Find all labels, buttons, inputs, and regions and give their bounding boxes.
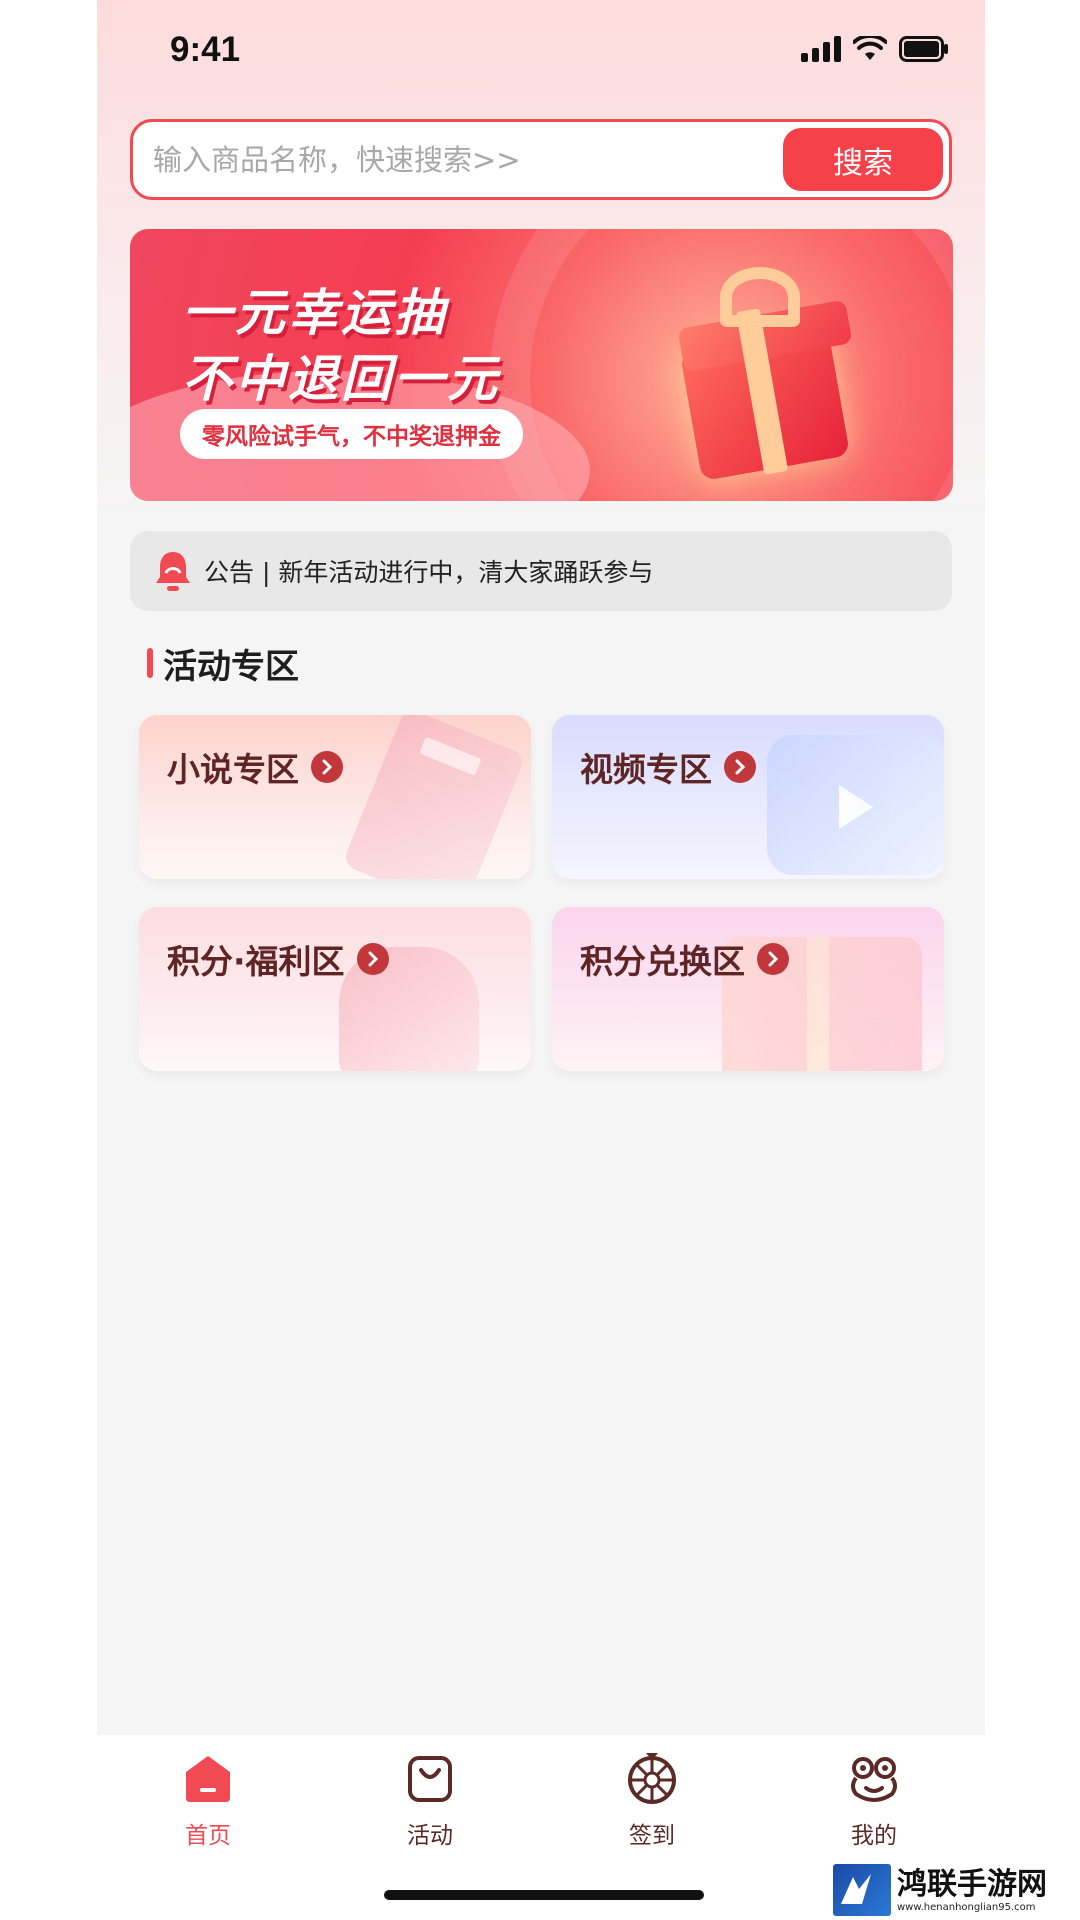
card-label: 积分·福利区 [167,942,345,981]
tab-checkin[interactable]: 签到 [541,1735,763,1865]
bell-icon [156,552,190,591]
chevron-right-icon [356,943,389,975]
status-icons [801,36,949,62]
wifi-icon [853,36,887,60]
card-label: 视频专区 [580,750,712,789]
watermark-url: www.henanhonglian95.com [897,1901,1036,1913]
search-input[interactable] [153,136,753,184]
announcement-bar[interactable]: 公告 | 新年活动进行中，清大家踊跃参与 [130,531,952,611]
card-label: 小说专区 [167,750,299,789]
gift-box-illustration [650,259,870,482]
tab-label: 我的 [851,1823,897,1849]
search-bar: 搜索 [130,119,952,200]
bag-icon [408,1756,452,1802]
watermark-title: 鸿联手游网 [897,1866,1047,1902]
banner-title-line1: 一元幸运抽 [182,284,447,342]
watermark-logo [833,1864,891,1916]
card-label: 积分兑换区 [580,942,745,981]
signal-icon [801,36,841,62]
section-title: 活动专区 [163,646,299,687]
home-indicator [384,1890,704,1900]
banner-title-line2: 不中退回一元 [182,350,500,408]
chevron-right-icon [757,943,789,975]
lucky-draw-banner[interactable]: 一元幸运抽 不中退回一元 零风险试手气，不中奖退押金 [130,229,953,501]
tab-label: 签到 [629,1823,675,1849]
battery-icon [899,36,948,62]
card-points-welfare-zone[interactable]: 积分·福利区 [139,907,531,1071]
wheel-icon [628,1753,676,1804]
app-screen: 9:41 搜索 一元幸运抽 不中退回一元 零风险试手气，不中奖退押金 [97,0,985,1920]
book-icon [341,715,527,879]
frog-icon [851,1757,897,1802]
video-play-icon [767,735,944,875]
tab-label: 活动 [407,1823,453,1849]
home-icon [186,1756,230,1802]
search-button[interactable]: 搜索 [783,128,943,191]
card-label-wrap: 积分·福利区 [167,935,389,983]
announcement-text: 公告 | 新年活动进行中，清大家踊跃参与 [204,558,654,587]
card-label-wrap: 积分兑换区 [580,935,789,983]
tab-home[interactable]: 首页 [97,1735,319,1865]
card-points-exchange-zone[interactable]: 积分兑换区 [552,907,944,1071]
card-video-zone[interactable]: 视频专区 [552,715,944,879]
tab-mine[interactable]: 我的 [763,1735,985,1865]
section-accent-bar [147,648,153,678]
card-novel-zone[interactable]: 小说专区 [139,715,531,879]
chevron-right-icon [724,751,756,783]
card-label-wrap: 小说专区 [167,743,343,791]
tab-label: 首页 [185,1823,231,1849]
card-label-wrap: 视频专区 [580,743,756,791]
status-bar: 9:41 [97,0,985,110]
site-watermark: 鸿联手游网 www.henanhonglian95.com [833,1860,1080,1920]
watermark-text: 鸿联手游网 www.henanhonglian95.com [897,1866,1047,1913]
section-header: 活动专区 [147,640,299,687]
banner-tag: 零风险试手气，不中奖退押金 [180,409,523,459]
chevron-right-icon [311,751,343,783]
status-time: 9:41 [170,30,241,69]
tab-activity[interactable]: 活动 [319,1735,541,1865]
